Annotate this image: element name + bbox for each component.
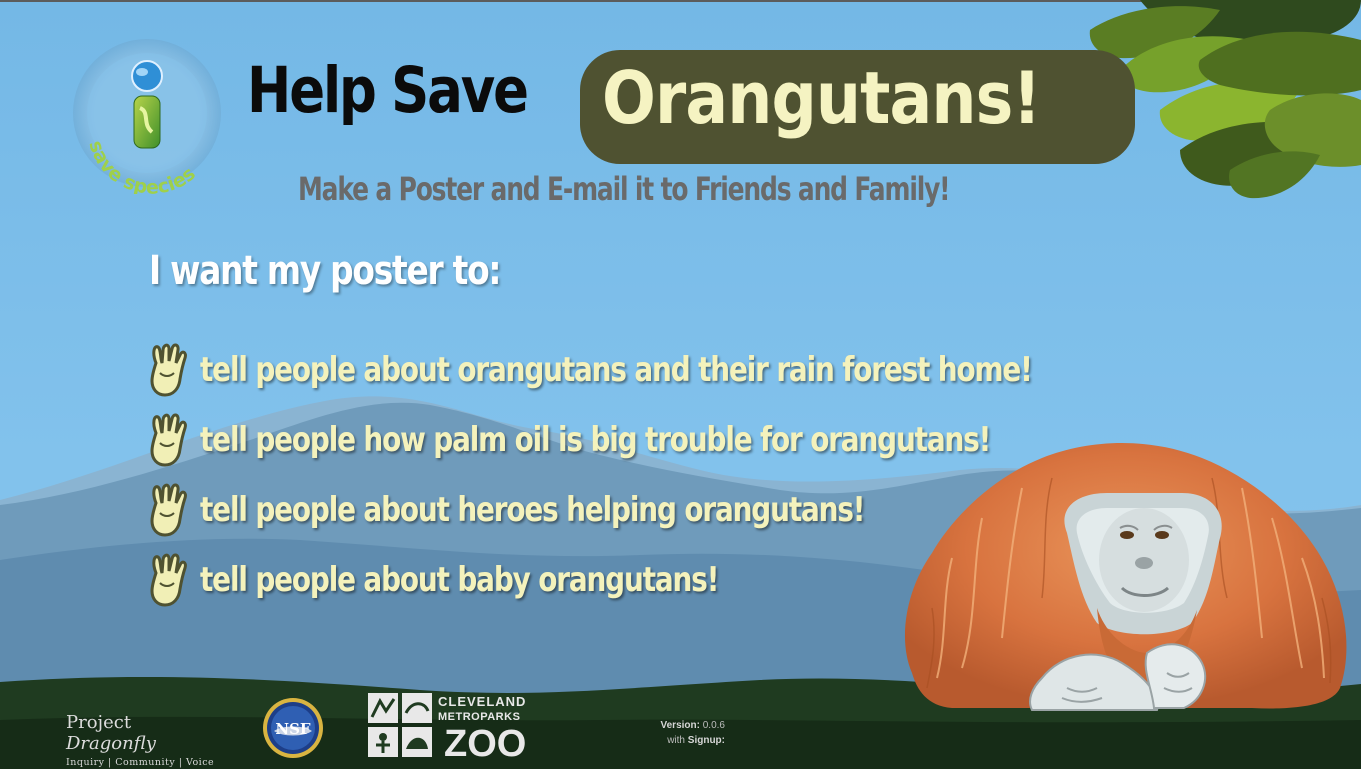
paw-print-icon: [150, 553, 187, 607]
paw-print-icon: [150, 413, 187, 467]
poster-prompt: I want my poster to:: [149, 248, 502, 294]
dragonfly-tagline: Inquiry | Community | Voice: [66, 757, 215, 768]
option-label: tell people how palm oil is big trouble …: [200, 420, 991, 460]
dragonfly-name: Project Dragonfly: [66, 712, 226, 754]
orangutan-illustration: [904, 443, 1347, 711]
option-heroes[interactable]: tell people about heroes helping orangut…: [148, 482, 1010, 538]
paw-print-icon: [150, 483, 187, 537]
subtitle: Make a Poster and E-mail it to Friends a…: [298, 170, 951, 208]
option-label: tell people about heroes helping orangut…: [200, 490, 866, 530]
save-species-logo[interactable]: save species: [66, 32, 228, 194]
project-dragonfly-logo[interactable]: Project Dragonfly Inquiry | Community | …: [66, 712, 226, 768]
option-rain-forest[interactable]: tell people about orangutans and their r…: [148, 342, 1214, 398]
right-eye: [1155, 531, 1169, 539]
dragonfly-name-part1: Project: [66, 712, 132, 733]
dragonfly-name-part2: Dragonfly: [66, 733, 156, 754]
zoo-line3: ZOO: [444, 723, 526, 759]
zoo-line1: CLEVELAND: [438, 694, 526, 709]
nsf-text: NSF: [275, 720, 311, 738]
version-value: 0.0.6: [702, 720, 725, 731]
version-label: Version:: [660, 720, 700, 731]
left-eye: [1120, 531, 1134, 539]
app-screen: save species Help Save Orangutans! Make …: [0, 0, 1361, 769]
signup-prefix: with: [667, 735, 685, 746]
paw-print-icon: [150, 343, 187, 397]
option-label: tell people about baby orangutans!: [200, 560, 719, 600]
globe-icon: [131, 60, 163, 92]
cleveland-zoo-logo[interactable]: CLEVELAND METROPARKS ZOO: [368, 693, 548, 759]
version-info: Version: 0.0.6 with Signup:: [630, 718, 726, 748]
signup-label[interactable]: Signup:: [688, 735, 725, 746]
title-accent: Orangutans!: [602, 56, 1041, 140]
nsf-logo[interactable]: NSF: [262, 697, 324, 759]
title-plain: Help Save: [247, 54, 529, 127]
option-label: tell people about orangutans and their r…: [200, 350, 1033, 390]
option-baby-orangutans[interactable]: tell people about baby orangutans!: [148, 552, 832, 608]
zoo-line2: METROPARKS: [438, 711, 520, 723]
